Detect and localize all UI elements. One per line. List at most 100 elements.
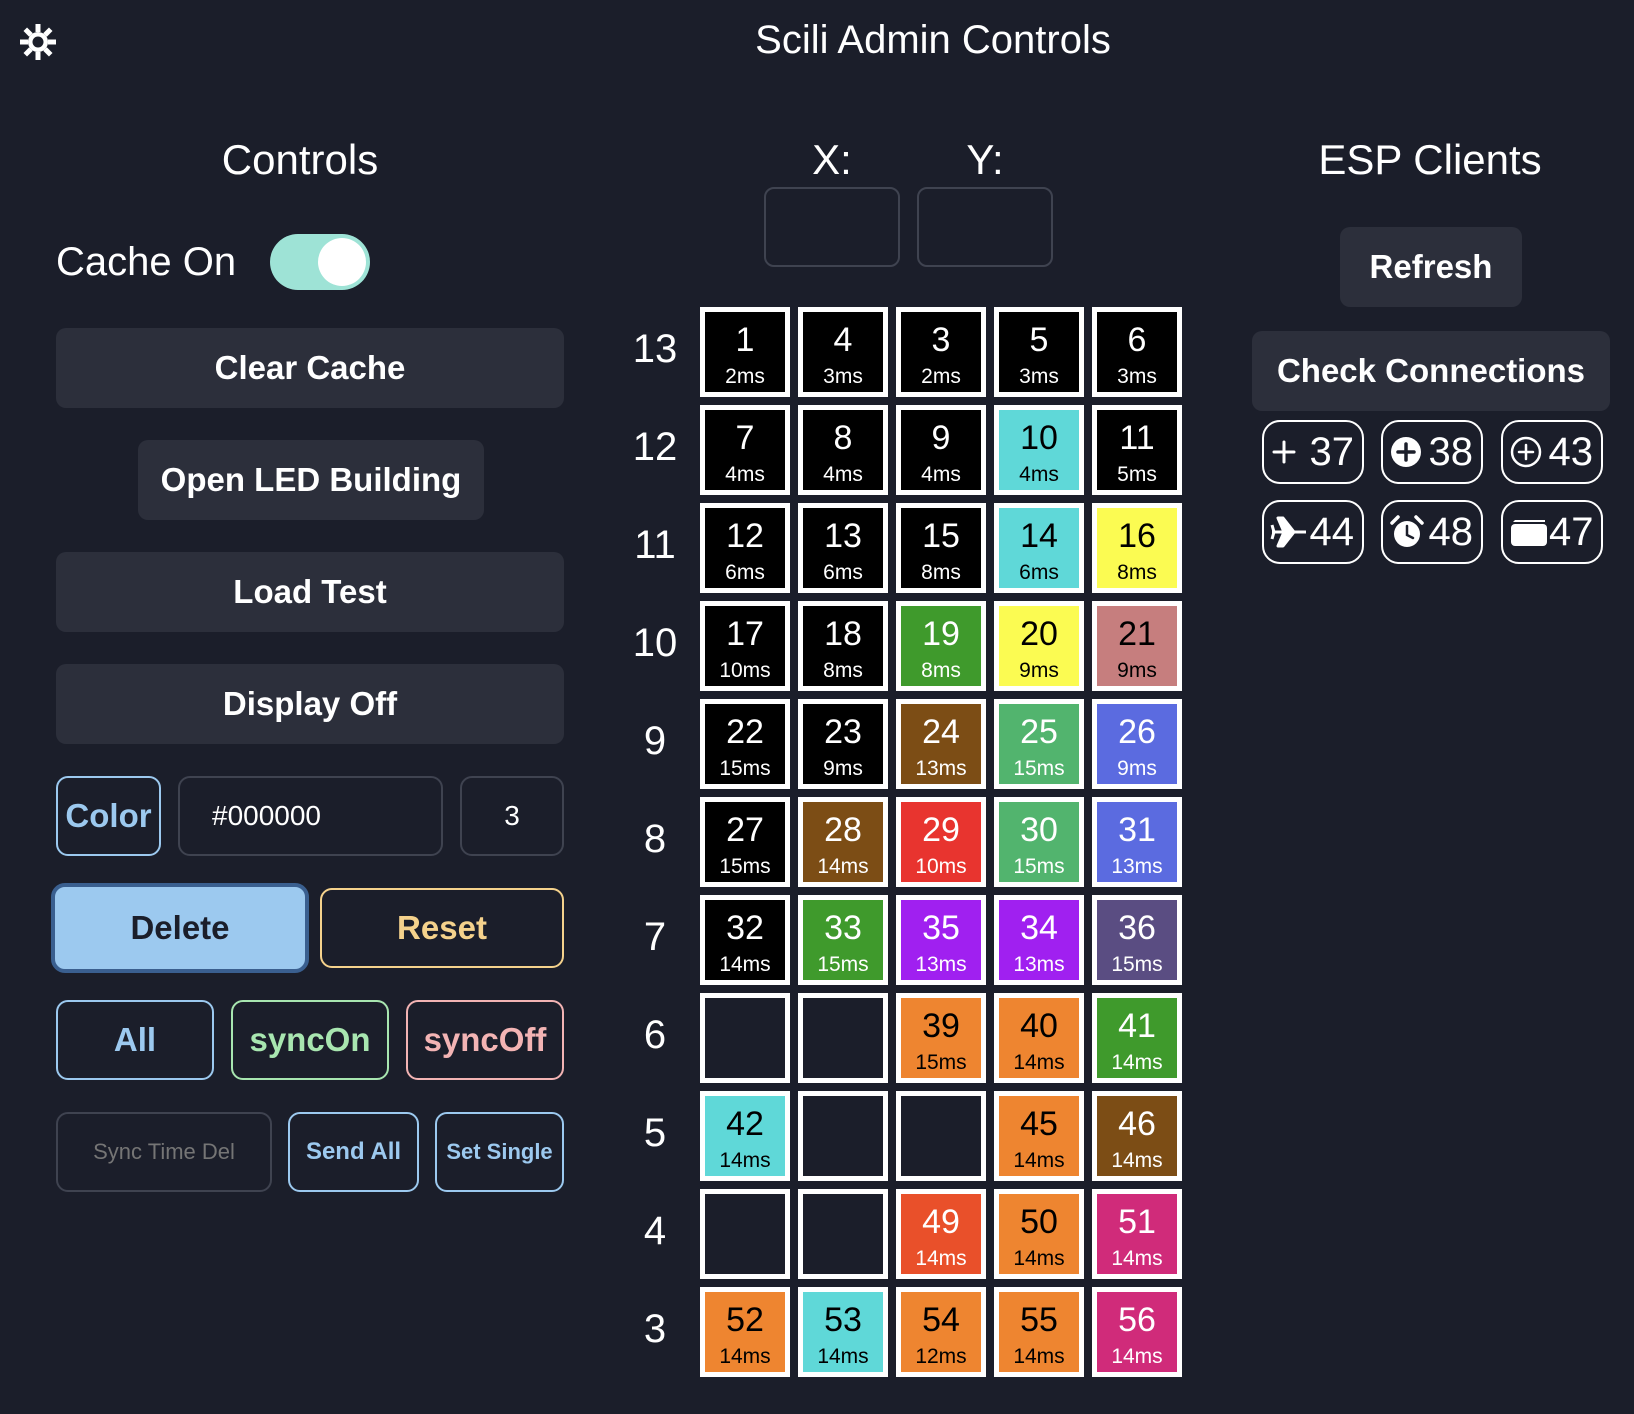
led-cell[interactable]: 28 14ms — [798, 797, 888, 887]
led-cell[interactable]: 56 14ms — [1092, 1287, 1182, 1377]
led-cell[interactable]: 52 14ms — [700, 1287, 790, 1377]
check-connections-button[interactable]: Check Connections — [1252, 331, 1610, 411]
led-cell[interactable]: 19 8ms — [896, 601, 986, 691]
esp-client-badge[interactable]: 47 — [1501, 500, 1603, 564]
led-cell[interactable]: 40 14ms — [994, 993, 1084, 1083]
led-number: 45 — [1020, 1105, 1058, 1143]
led-cell[interactable]: 51 14ms — [1092, 1189, 1182, 1279]
led-cell[interactable]: 42 14ms — [700, 1091, 790, 1181]
led-cell[interactable] — [896, 1091, 986, 1181]
x-input[interactable] — [764, 187, 900, 267]
led-number: 18 — [824, 615, 862, 653]
led-cell[interactable]: 5 3ms — [994, 307, 1084, 397]
led-cell[interactable] — [700, 1189, 790, 1279]
led-cell[interactable]: 53 14ms — [798, 1287, 888, 1377]
led-number: 19 — [922, 615, 960, 653]
led-latency: 13ms — [915, 953, 967, 976]
led-latency: 14ms — [719, 953, 771, 976]
esp-client-badge[interactable]: 38 — [1381, 420, 1483, 484]
led-cell[interactable]: 55 14ms — [994, 1287, 1084, 1377]
led-cell[interactable]: 31 13ms — [1092, 797, 1182, 887]
led-cell[interactable]: 49 14ms — [896, 1189, 986, 1279]
led-cell[interactable]: 11 5ms — [1092, 405, 1182, 495]
led-cell[interactable] — [798, 1189, 888, 1279]
led-cell[interactable]: 26 9ms — [1092, 699, 1182, 789]
color-button[interactable]: Color — [56, 776, 161, 856]
led-cell[interactable]: 34 13ms — [994, 895, 1084, 985]
color-hex-input[interactable]: #000000 — [178, 776, 443, 856]
count-input[interactable]: 3 — [460, 776, 564, 856]
led-cell[interactable]: 24 13ms — [896, 699, 986, 789]
led-cell[interactable]: 35 13ms — [896, 895, 986, 985]
led-cell[interactable]: 18 8ms — [798, 601, 888, 691]
row-label: 9 — [643, 719, 667, 763]
all-button[interactable]: All — [56, 1000, 214, 1080]
sync-on-button[interactable]: syncOn — [231, 1000, 389, 1080]
led-cell[interactable]: 9 4ms — [896, 405, 986, 495]
open-led-building-button[interactable]: Open LED Building — [138, 440, 484, 520]
esp-client-badge[interactable]: 48 — [1381, 500, 1483, 564]
send-all-button[interactable]: Send All — [288, 1112, 419, 1192]
led-latency: 9ms — [1117, 659, 1157, 682]
led-cell[interactable]: 27 15ms — [700, 797, 790, 887]
led-cell[interactable]: 45 14ms — [994, 1091, 1084, 1181]
y-input[interactable] — [917, 187, 1053, 267]
led-number: 36 — [1118, 909, 1156, 947]
reset-button[interactable]: Reset — [320, 888, 564, 968]
led-latency: 8ms — [921, 561, 961, 584]
led-cell[interactable]: 54 12ms — [896, 1287, 986, 1377]
led-cell[interactable]: 30 15ms — [994, 797, 1084, 887]
led-cell[interactable]: 32 14ms — [700, 895, 790, 985]
led-latency: 15ms — [1013, 757, 1065, 780]
led-cell[interactable]: 3 2ms — [896, 307, 986, 397]
led-cell[interactable]: 15 8ms — [896, 503, 986, 593]
led-cell[interactable] — [798, 993, 888, 1083]
led-cell[interactable]: 36 15ms — [1092, 895, 1182, 985]
cache-label: Cache On — [56, 240, 237, 284]
load-test-button[interactable]: Load Test — [56, 552, 564, 632]
led-cell[interactable]: 4 3ms — [798, 307, 888, 397]
led-latency: 13ms — [1111, 855, 1163, 878]
esp-client-badge[interactable]: 37 — [1262, 420, 1364, 484]
display-off-button[interactable]: Display Off — [56, 664, 564, 744]
cache-toggle[interactable] — [270, 234, 370, 290]
sync-time-delay-input[interactable] — [56, 1112, 272, 1192]
led-cell[interactable]: 22 15ms — [700, 699, 790, 789]
folder-icon — [1509, 516, 1549, 548]
led-cell[interactable]: 8 4ms — [798, 405, 888, 495]
esp-client-id: 48 — [1428, 509, 1474, 554]
led-cell[interactable]: 7 4ms — [700, 405, 790, 495]
led-cell[interactable] — [700, 993, 790, 1083]
led-latency: 4ms — [725, 463, 765, 486]
refresh-button[interactable]: Refresh — [1340, 227, 1522, 307]
led-number: 21 — [1118, 615, 1156, 653]
esp-client-badge[interactable]: 44 — [1262, 500, 1364, 564]
led-cell[interactable]: 29 10ms — [896, 797, 986, 887]
clear-cache-button[interactable]: Clear Cache — [56, 328, 564, 408]
led-cell[interactable]: 20 9ms — [994, 601, 1084, 691]
led-cell[interactable]: 46 14ms — [1092, 1091, 1182, 1181]
led-cell[interactable]: 50 14ms — [994, 1189, 1084, 1279]
led-cell[interactable]: 25 15ms — [994, 699, 1084, 789]
led-cell[interactable]: 6 3ms — [1092, 307, 1182, 397]
led-latency: 14ms — [1013, 1345, 1065, 1368]
led-cell[interactable]: 1 2ms — [700, 307, 790, 397]
led-cell[interactable]: 23 9ms — [798, 699, 888, 789]
row-label: 4 — [643, 1209, 667, 1253]
sync-off-button[interactable]: syncOff — [406, 1000, 564, 1080]
esp-client-badge[interactable]: 43 — [1501, 420, 1603, 484]
led-cell[interactable]: 33 15ms — [798, 895, 888, 985]
led-cell[interactable] — [798, 1091, 888, 1181]
led-cell[interactable]: 13 6ms — [798, 503, 888, 593]
led-latency: 4ms — [823, 463, 863, 486]
led-cell[interactable]: 12 6ms — [700, 503, 790, 593]
led-cell[interactable]: 16 8ms — [1092, 503, 1182, 593]
led-cell[interactable]: 17 10ms — [700, 601, 790, 691]
led-cell[interactable]: 10 4ms — [994, 405, 1084, 495]
led-cell[interactable]: 41 14ms — [1092, 993, 1182, 1083]
led-cell[interactable]: 14 6ms — [994, 503, 1084, 593]
led-cell[interactable]: 21 9ms — [1092, 601, 1182, 691]
set-single-button[interactable]: Set Single — [435, 1112, 564, 1192]
led-cell[interactable]: 39 15ms — [896, 993, 986, 1083]
delete-button[interactable]: Delete — [51, 883, 309, 973]
